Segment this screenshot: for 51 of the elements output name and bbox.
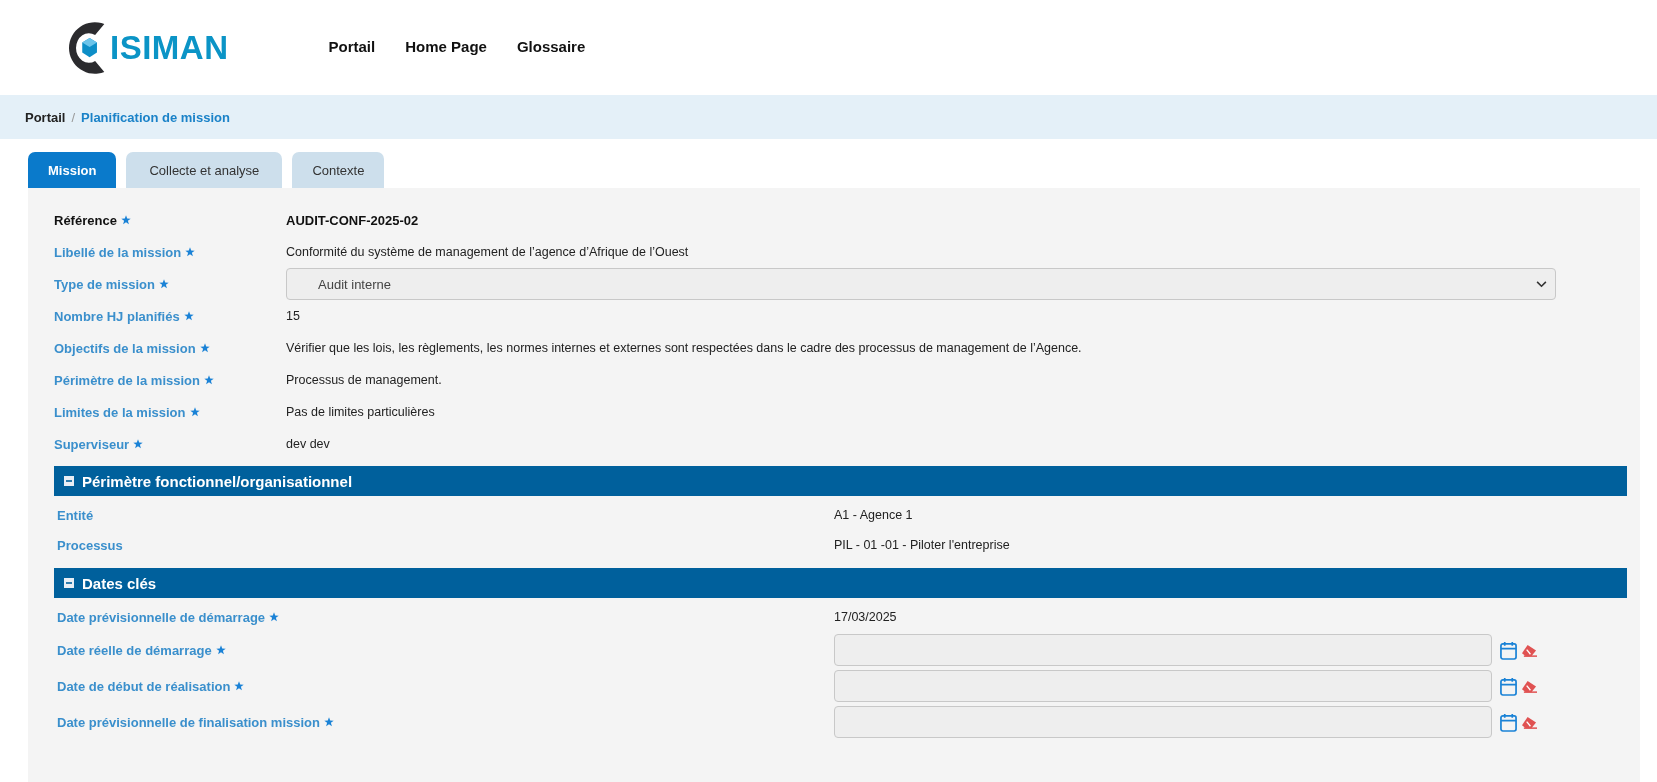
field-label: Date réelle de démarrage xyxy=(57,642,212,658)
field-value: Processus de management. xyxy=(286,373,442,387)
calendar-icon[interactable] xyxy=(1500,640,1517,660)
collapse-icon[interactable] xyxy=(64,578,74,588)
field-value: Vérifier que les lois, les règlements, les normes internes et externes sont respectées dans le cadre des processus de management de l’Agence. xyxy=(286,341,1082,355)
tab[interactable]: Mission xyxy=(28,152,117,188)
field-label: Nombre HJ planifiés xyxy=(54,308,180,324)
field-value: AUDIT-CONF-2025-02 xyxy=(286,212,419,228)
field-value: dev dev xyxy=(286,437,330,451)
section-header[interactable]: Dates clés xyxy=(54,568,1627,598)
section-title: Dates clés xyxy=(82,574,157,592)
field-value: 15 xyxy=(286,309,300,323)
date-input[interactable] xyxy=(834,634,1492,666)
field-value: 17/03/2025 xyxy=(834,610,897,624)
eraser-icon[interactable] xyxy=(1521,714,1538,730)
eraser-icon[interactable] xyxy=(1521,678,1538,694)
field-label: Date de début de réalisation xyxy=(57,678,231,694)
nav-link[interactable]: Glossaire xyxy=(516,38,586,55)
breadcrumb-separator: / xyxy=(71,109,76,125)
breadcrumb-link[interactable]: Portail xyxy=(25,109,66,125)
field-value: Conformité du système de management de l’agence d’Afrique de l’Ouest xyxy=(286,245,689,259)
field-label: Type de mission xyxy=(54,276,155,292)
date-input[interactable] xyxy=(834,670,1492,702)
field-label: Entité xyxy=(57,507,94,523)
section-title: Périmètre fonctionnel/organisationnel xyxy=(82,472,353,490)
field-label: Objectifs de la mission xyxy=(54,340,196,356)
collapse-icon[interactable] xyxy=(64,476,74,486)
nav-link[interactable]: Portail xyxy=(328,38,376,55)
field-label: Référence xyxy=(54,212,117,228)
tab[interactable]: Collecte et analyse xyxy=(126,152,283,188)
calendar-icon[interactable] xyxy=(1500,676,1517,696)
field-value: A1 - Agence 1 xyxy=(834,508,913,522)
eraser-icon[interactable] xyxy=(1521,642,1538,658)
nav-link[interactable]: Home Page xyxy=(405,38,487,55)
select-field[interactable]: Audit interne xyxy=(286,268,1556,300)
calendar-icon[interactable] xyxy=(1500,712,1517,732)
breadcrumb-link[interactable]: Planification de mission xyxy=(81,109,230,125)
field-label: Processus xyxy=(57,537,123,553)
field-label: Périmètre de la mission xyxy=(54,372,200,388)
field-value: PIL - 01 -01 - Piloter l'entreprise xyxy=(834,538,1010,552)
date-input[interactable] xyxy=(834,706,1492,738)
field-label: Libellé de la mission xyxy=(54,244,182,260)
field-value: Pas de limites particulières xyxy=(286,405,435,419)
section-header[interactable]: Périmètre fonctionnel/organisationnel xyxy=(54,466,1627,496)
field-label: Date prévisionnelle de démarrage xyxy=(57,609,266,625)
tab[interactable]: Contexte xyxy=(292,152,385,188)
field-label: Limites de la mission xyxy=(54,404,186,420)
chevron-down-icon xyxy=(1536,280,1547,288)
field-label: Superviseur xyxy=(54,436,130,452)
field-label: Date prévisionnelle de finalisation mission xyxy=(57,714,320,730)
logo-text: ISIMAN xyxy=(110,28,229,67)
